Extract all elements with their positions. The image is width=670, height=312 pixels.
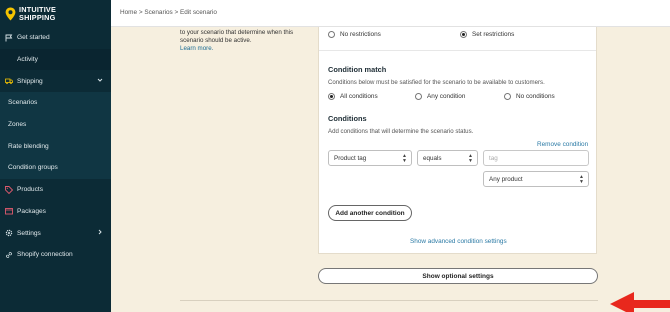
radio-any-condition[interactable]: Any condition <box>415 93 465 100</box>
sidebar-item-shopify-connection[interactable]: Shopify connection <box>0 244 111 266</box>
radio-set-restrictions[interactable]: Set restrictions <box>460 31 514 38</box>
advanced-settings-link[interactable]: Show advanced condition settings <box>410 238 507 245</box>
sidebar-item-scenarios[interactable]: Scenarios <box>0 92 111 114</box>
radio-label: No restrictions <box>340 31 381 38</box>
tag-icon <box>5 185 13 194</box>
sidebar-item-packages[interactable]: Packages <box>0 201 111 223</box>
radio-label: No conditions <box>516 93 555 100</box>
sidebar: INTUITIVE SHIPPING Get started Activity … <box>0 0 111 312</box>
restrictions-description-text: to your scenario that determine when thi… <box>180 29 294 44</box>
select-arrows-icon: ▲ ▼ <box>402 153 407 164</box>
radio-button[interactable] <box>504 93 511 100</box>
sidebar-item-label: Shipping <box>17 77 43 85</box>
top-bar: Home > Scenarios > Edit scenario <box>111 0 670 27</box>
sidebar-item-get-started[interactable]: Get started <box>0 27 111 49</box>
radio-label: All conditions <box>340 93 378 100</box>
select-value: equals <box>423 154 442 162</box>
select-value: Any product <box>489 175 523 183</box>
product-select[interactable]: Any product ▲ ▼ <box>483 171 589 187</box>
sidebar-item-label: Get started <box>17 34 50 42</box>
sidebar-nav: Get started Activity Shipping Scenarios … <box>0 27 111 266</box>
remove-condition-link[interactable]: Remove condition <box>537 141 588 148</box>
divider <box>319 50 596 51</box>
radio-label: Any condition <box>427 93 466 100</box>
sidebar-item-label: Condition groups <box>8 164 58 172</box>
brand-logo[interactable]: INTUITIVE SHIPPING <box>0 0 111 27</box>
conditions-card: No restrictions Set restrictions Conditi… <box>318 27 597 254</box>
sidebar-item-products[interactable]: Products <box>0 179 111 201</box>
chevron-down-icon <box>97 79 103 83</box>
select-arrows-icon: ▲ ▼ <box>579 174 584 185</box>
select-arrows-icon: ▲ ▼ <box>468 153 473 164</box>
tag-placeholder: tag <box>489 154 498 162</box>
conditions-description: Add conditions that will determine the s… <box>328 128 474 135</box>
sidebar-item-condition-groups[interactable]: Condition groups <box>0 157 111 179</box>
sidebar-item-label: Scenarios <box>8 99 38 107</box>
location-pin-icon <box>5 7 16 20</box>
box-icon <box>5 207 13 215</box>
flag-icon <box>5 34 13 42</box>
condition-match-title: Condition match <box>328 65 387 74</box>
brand-name: INTUITIVE SHIPPING <box>19 6 56 21</box>
sidebar-item-label: Zones <box>8 121 27 129</box>
condition-operator-select[interactable]: equals ▲ ▼ <box>417 150 478 166</box>
restrictions-description: to your scenario that determine when thi… <box>180 29 300 53</box>
radio-label: Set restrictions <box>472 31 515 38</box>
main-content: to your scenario that determine when thi… <box>111 27 670 312</box>
sidebar-item-label: Rate blending <box>8 142 49 150</box>
divider <box>180 300 598 301</box>
sidebar-item-shipping[interactable]: Shipping <box>0 70 111 92</box>
sidebar-item-activity[interactable]: Activity <box>0 48 111 71</box>
tag-input[interactable]: tag <box>483 150 589 166</box>
select-value: Product tag <box>334 154 367 162</box>
show-optional-settings-button[interactable]: Show optional settings <box>318 268 598 284</box>
radio-no-conditions[interactable]: No conditions <box>504 93 555 100</box>
condition-field-select[interactable]: Product tag ▲ ▼ <box>328 150 412 166</box>
sidebar-item-label: Activity <box>17 56 38 64</box>
brand-name-line2: SHIPPING <box>19 12 56 22</box>
truck-icon <box>5 77 13 85</box>
conditions-title: Conditions <box>328 114 367 123</box>
add-condition-button[interactable]: Add another condition <box>328 205 412 221</box>
sidebar-item-label: Shopify connection <box>17 251 73 259</box>
red-arrow-icon <box>610 292 670 312</box>
chevron-right-icon <box>98 229 102 235</box>
radio-button[interactable] <box>415 93 422 100</box>
sidebar-item-label: Products <box>17 186 44 194</box>
sidebar-item-rate-blending[interactable]: Rate blending <box>0 135 111 158</box>
radio-button-selected[interactable] <box>460 31 467 38</box>
sidebar-item-label: Settings <box>17 229 41 237</box>
sidebar-item-settings[interactable]: Settings <box>0 222 111 244</box>
condition-match-description: Conditions below must be satisfied for t… <box>328 79 545 86</box>
radio-all-conditions[interactable]: All conditions <box>328 93 378 100</box>
link-icon <box>5 251 13 259</box>
radio-button[interactable] <box>328 31 335 38</box>
gear-icon <box>5 229 13 237</box>
learn-more-link[interactable]: Learn more. <box>180 45 213 52</box>
breadcrumb[interactable]: Home > Scenarios > Edit scenario <box>120 9 217 16</box>
radio-no-restrictions[interactable]: No restrictions <box>328 31 381 38</box>
sidebar-item-zones[interactable]: Zones <box>0 113 111 136</box>
radio-button-selected[interactable] <box>328 93 335 100</box>
activity-icon <box>5 56 13 64</box>
sidebar-item-label: Packages <box>17 207 46 215</box>
